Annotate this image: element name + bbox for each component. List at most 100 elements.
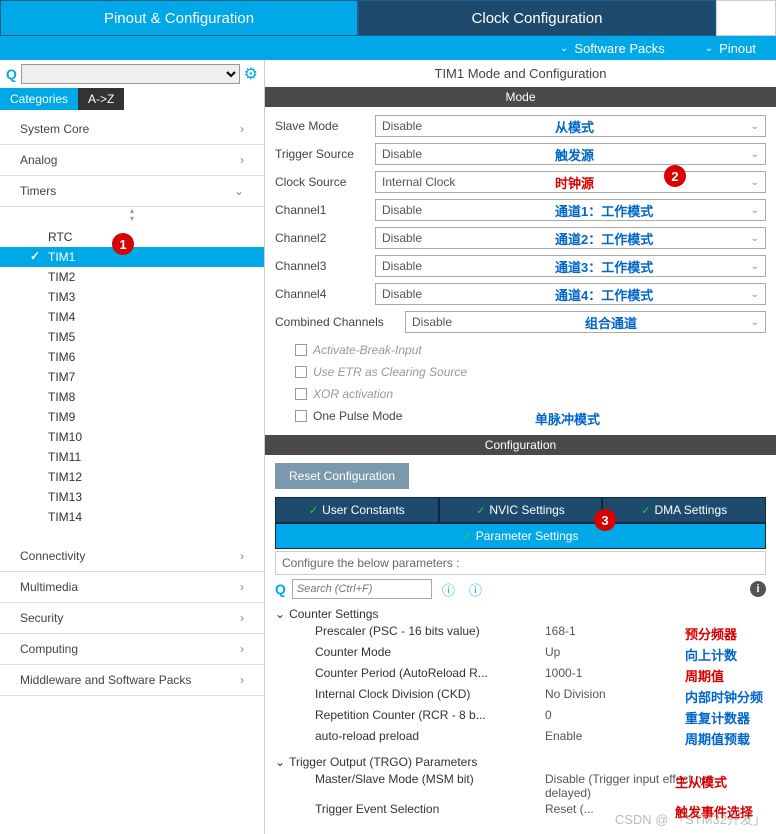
- tab-clock-config[interactable]: Clock Configuration: [358, 0, 716, 36]
- tree-analog[interactable]: Analog›: [0, 145, 264, 176]
- tab-empty: [716, 0, 776, 36]
- param-hint: Configure the below parameters :: [275, 551, 766, 575]
- badge-3: 3: [594, 509, 616, 531]
- chevron-down-icon: ⌄: [275, 607, 285, 621]
- tree-item-tim4[interactable]: TIM4: [0, 307, 264, 327]
- tree-item-tim7[interactable]: TIM7: [0, 367, 264, 387]
- check-icon: ✓: [476, 504, 485, 517]
- tree-item-tim10[interactable]: TIM10: [0, 427, 264, 447]
- tree-item-tim14[interactable]: TIM14: [0, 507, 264, 527]
- anno-clock: 时钟源: [555, 173, 594, 192]
- label-trigger-source: Trigger Source: [275, 147, 375, 161]
- tree-item-tim8[interactable]: TIM8: [0, 387, 264, 407]
- checkbox-etr: [295, 366, 307, 378]
- chevron-down-icon: ⌄: [234, 184, 244, 198]
- group-trgo[interactable]: ⌄Trigger Output (TRGO) Parameters: [275, 753, 766, 771]
- tree-multimedia[interactable]: Multimedia›: [0, 572, 264, 603]
- param-rcr[interactable]: Repetition Counter (RCR - 8 b...0重复计数器: [275, 707, 766, 728]
- tree-item-tim2[interactable]: TIM2: [0, 267, 264, 287]
- chevron-down-icon: ⌄: [751, 233, 759, 244]
- tree-computing[interactable]: Computing›: [0, 634, 264, 665]
- tab-nvic-settings[interactable]: ✓NVIC Settings: [439, 497, 603, 523]
- chevron-down-icon: ⌄: [751, 121, 759, 132]
- tab-pinout-config[interactable]: Pinout & Configuration: [0, 0, 358, 36]
- info-icon[interactable]: i: [750, 581, 766, 597]
- label-etr: Use ETR as Clearing Source: [313, 365, 467, 379]
- tab-a-z[interactable]: A->Z: [78, 88, 124, 110]
- checkbox-xor: [295, 388, 307, 400]
- chevron-down-icon: ⌄: [560, 43, 568, 54]
- anno-comb: 组合通道: [585, 313, 637, 332]
- tree-system-core[interactable]: System Core›: [0, 114, 264, 145]
- param-preload[interactable]: auto-reload preloadEnable周期值预载: [275, 728, 766, 749]
- gear-icon[interactable]: ⚙: [244, 64, 258, 84]
- tree-item-tim12[interactable]: TIM12: [0, 467, 264, 487]
- param-counter-period[interactable]: Counter Period (AutoReload R...1000-1周期值: [275, 665, 766, 686]
- param-search-input[interactable]: [292, 579, 432, 599]
- chevron-right-icon: ›: [240, 611, 244, 625]
- label-channel2: Channel2: [275, 231, 375, 245]
- label-combined-channels: Combined Channels: [275, 315, 405, 329]
- badge-2: 2: [664, 165, 686, 187]
- param-counter-mode[interactable]: Counter ModeUp向上计数: [275, 644, 766, 665]
- search-icon: Q: [275, 581, 286, 597]
- chevron-down-icon: ⌄: [751, 261, 759, 272]
- param-ckd[interactable]: Internal Clock Division (CKD)No Division…: [275, 686, 766, 707]
- tab-user-constants[interactable]: ✓User Constants: [275, 497, 439, 523]
- chevron-down-icon: ⌄: [751, 289, 759, 300]
- search-combo[interactable]: [21, 64, 240, 84]
- tree-item-tim3[interactable]: TIM3: [0, 287, 264, 307]
- badge-1: 1: [112, 233, 134, 255]
- reset-config-button[interactable]: Reset Configuration: [275, 463, 409, 489]
- label-channel4: Channel4: [275, 287, 375, 301]
- mode-section-title: Mode: [265, 87, 776, 107]
- anno-slave: 从模式: [555, 117, 594, 136]
- tab-parameter-settings[interactable]: ✓Parameter Settings: [275, 523, 766, 549]
- tree-security[interactable]: Security›: [0, 603, 264, 634]
- config-header: TIM1 Mode and Configuration: [265, 60, 776, 87]
- label-abi: Activate-Break-Input: [313, 343, 422, 357]
- tab-categories[interactable]: Categories: [0, 88, 78, 110]
- grip-icon: ▴▾: [0, 207, 264, 223]
- tree-item-tim9[interactable]: TIM9: [0, 407, 264, 427]
- chevron-right-icon: ›: [240, 580, 244, 594]
- tree-connectivity[interactable]: Connectivity›: [0, 541, 264, 572]
- param-prescaler[interactable]: Prescaler (PSC - 16 bits value)168-1预分频器: [275, 623, 766, 644]
- chevron-down-icon: ⌄: [705, 43, 713, 54]
- menu-software-packs[interactable]: ⌄Software Packs: [540, 41, 685, 56]
- menu-pinout[interactable]: ⌄Pinout: [685, 41, 776, 56]
- search-icon: Q: [6, 66, 17, 82]
- check-icon: ✓: [309, 504, 318, 517]
- chevron-down-icon: ⌄: [751, 317, 759, 328]
- anno-ch2: 通道2：工作模式: [555, 229, 653, 248]
- chevron-right-icon: ›: [240, 642, 244, 656]
- anno-ch4: 通道4：工作模式: [555, 285, 653, 304]
- tab-dma-settings[interactable]: ✓DMA Settings: [602, 497, 766, 523]
- check-icon: ✓: [30, 249, 40, 263]
- tree-middleware[interactable]: Middleware and Software Packs›: [0, 665, 264, 696]
- check-icon: ✓: [641, 504, 650, 517]
- label-channel1: Channel1: [275, 203, 375, 217]
- chevron-down-icon: ⌄: [751, 205, 759, 216]
- prev-icon[interactable]: ⓘ: [438, 580, 459, 599]
- tree-timers[interactable]: Timers⌄: [0, 176, 264, 207]
- label-slave-mode: Slave Mode: [275, 119, 375, 133]
- next-icon[interactable]: ⓘ: [465, 580, 486, 599]
- chevron-down-icon: ⌄: [751, 149, 759, 160]
- chevron-right-icon: ›: [240, 549, 244, 563]
- anno-ch1: 通道1：工作模式: [555, 201, 653, 220]
- tree-item-tim6[interactable]: TIM6: [0, 347, 264, 367]
- group-counter-settings[interactable]: ⌄Counter Settings: [275, 605, 766, 623]
- tree-item-tim5[interactable]: TIM5: [0, 327, 264, 347]
- label-xor: XOR activation: [313, 387, 393, 401]
- chevron-right-icon: ›: [240, 122, 244, 136]
- param-msm[interactable]: Master/Slave Mode (MSM bit)Disable (Trig…: [275, 771, 766, 801]
- chevron-down-icon: ⌄: [751, 177, 759, 188]
- checkbox-opm[interactable]: [295, 410, 307, 422]
- category-tree: System Core› Analog› Timers⌄ ▴▾ 1 RTC ✓T…: [0, 110, 264, 834]
- tree-item-tim11[interactable]: TIM11: [0, 447, 264, 467]
- watermark: CSDN @ 「STM32开发」: [615, 809, 766, 828]
- tree-item-tim13[interactable]: TIM13: [0, 487, 264, 507]
- label-channel3: Channel3: [275, 259, 375, 273]
- chevron-right-icon: ›: [240, 153, 244, 167]
